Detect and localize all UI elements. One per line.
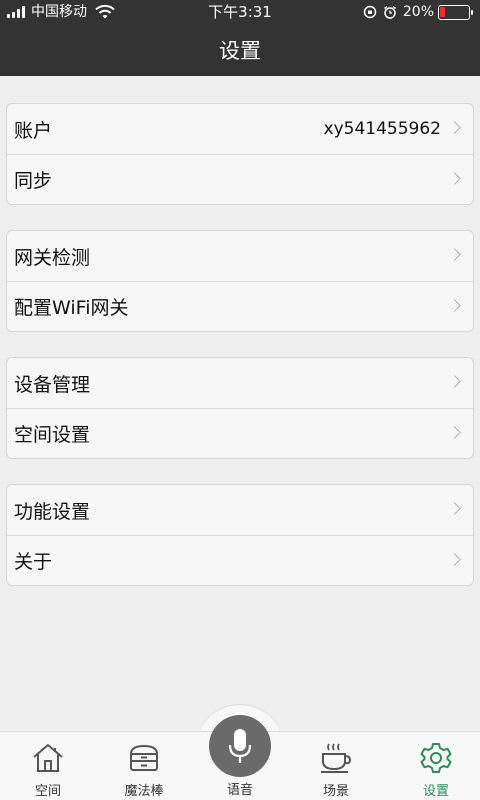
chevron-right-icon — [448, 121, 461, 134]
chevron-right-icon — [448, 248, 461, 261]
tab-space[interactable]: 空间 — [0, 732, 96, 800]
settings-item-about[interactable]: 关于 — [7, 535, 473, 585]
tab-label: 设置 — [422, 784, 449, 799]
settings-item-label: 空间设置 — [14, 424, 91, 446]
alarm-icon — [383, 5, 396, 19]
settings-item-label: 配置WiFi网关 — [14, 297, 129, 319]
settings-item-feature-settings[interactable]: 功能设置 — [7, 485, 473, 535]
settings-item-label: 同步 — [14, 170, 53, 192]
rotation-lock-icon — [363, 5, 377, 19]
tab-voice-label: 语音 — [226, 783, 253, 798]
settings-item-label: 设备管理 — [14, 373, 91, 396]
status-bar: 中国移动 下午3:31 20% — [0, 0, 480, 24]
settings-item-label: 网关检测 — [14, 246, 91, 269]
settings-item-space-settings[interactable]: 空间设置 — [7, 408, 473, 458]
tab-label: 场景 — [322, 784, 349, 799]
settings-group-general: 功能设置 关于 — [6, 484, 474, 586]
chevron-right-icon — [448, 299, 461, 312]
battery-percent: 20% — [402, 4, 434, 20]
chevron-right-icon — [448, 426, 461, 439]
settings-item-sync[interactable]: 同步 — [7, 154, 473, 204]
house-icon — [33, 744, 63, 772]
battery-icon — [438, 4, 473, 20]
page-title: 设置 — [219, 39, 261, 63]
tab-label: 空间 — [34, 784, 61, 799]
tab-scene[interactable]: 场景 — [288, 732, 384, 800]
settings-item-device-management[interactable]: 设备管理 — [7, 358, 473, 408]
settings-item-gateway-check[interactable]: 网关检测 — [7, 231, 473, 281]
settings-group-devices: 设备管理 空间设置 — [6, 357, 474, 459]
tab-settings[interactable]: 设置 — [388, 732, 480, 800]
tab-label: 魔法棒 — [124, 784, 164, 799]
account-id-value: xy541455962 — [323, 119, 441, 139]
tab-magic-wand[interactable]: 魔法棒 — [96, 732, 192, 800]
chevron-right-icon — [448, 502, 461, 515]
header-bar: 中国移动 下午3:31 20% 设置 — [0, 0, 480, 76]
settings-group-account: 账户 xy541455962 同步 — [6, 103, 474, 205]
voice-button[interactable] — [209, 715, 271, 777]
settings-group-gateway: 网关检测 配置WiFi网关 — [6, 230, 474, 332]
settings-item-wifi-gateway[interactable]: 配置WiFi网关 — [7, 281, 473, 331]
cabinet-icon — [129, 744, 159, 771]
settings-item-label: 关于 — [14, 551, 53, 573]
chevron-right-icon — [448, 172, 461, 185]
gear-icon — [420, 743, 452, 773]
microphone-icon — [228, 729, 252, 763]
chevron-right-icon — [448, 553, 461, 566]
coffee-cup-icon — [321, 743, 352, 773]
settings-item-account[interactable]: 账户 xy541455962 — [7, 104, 473, 154]
settings-item-label: 功能设置 — [14, 500, 91, 523]
battery-level-fill — [440, 6, 445, 17]
chevron-right-icon — [448, 375, 461, 388]
settings-item-label: 账户 — [14, 119, 53, 142]
